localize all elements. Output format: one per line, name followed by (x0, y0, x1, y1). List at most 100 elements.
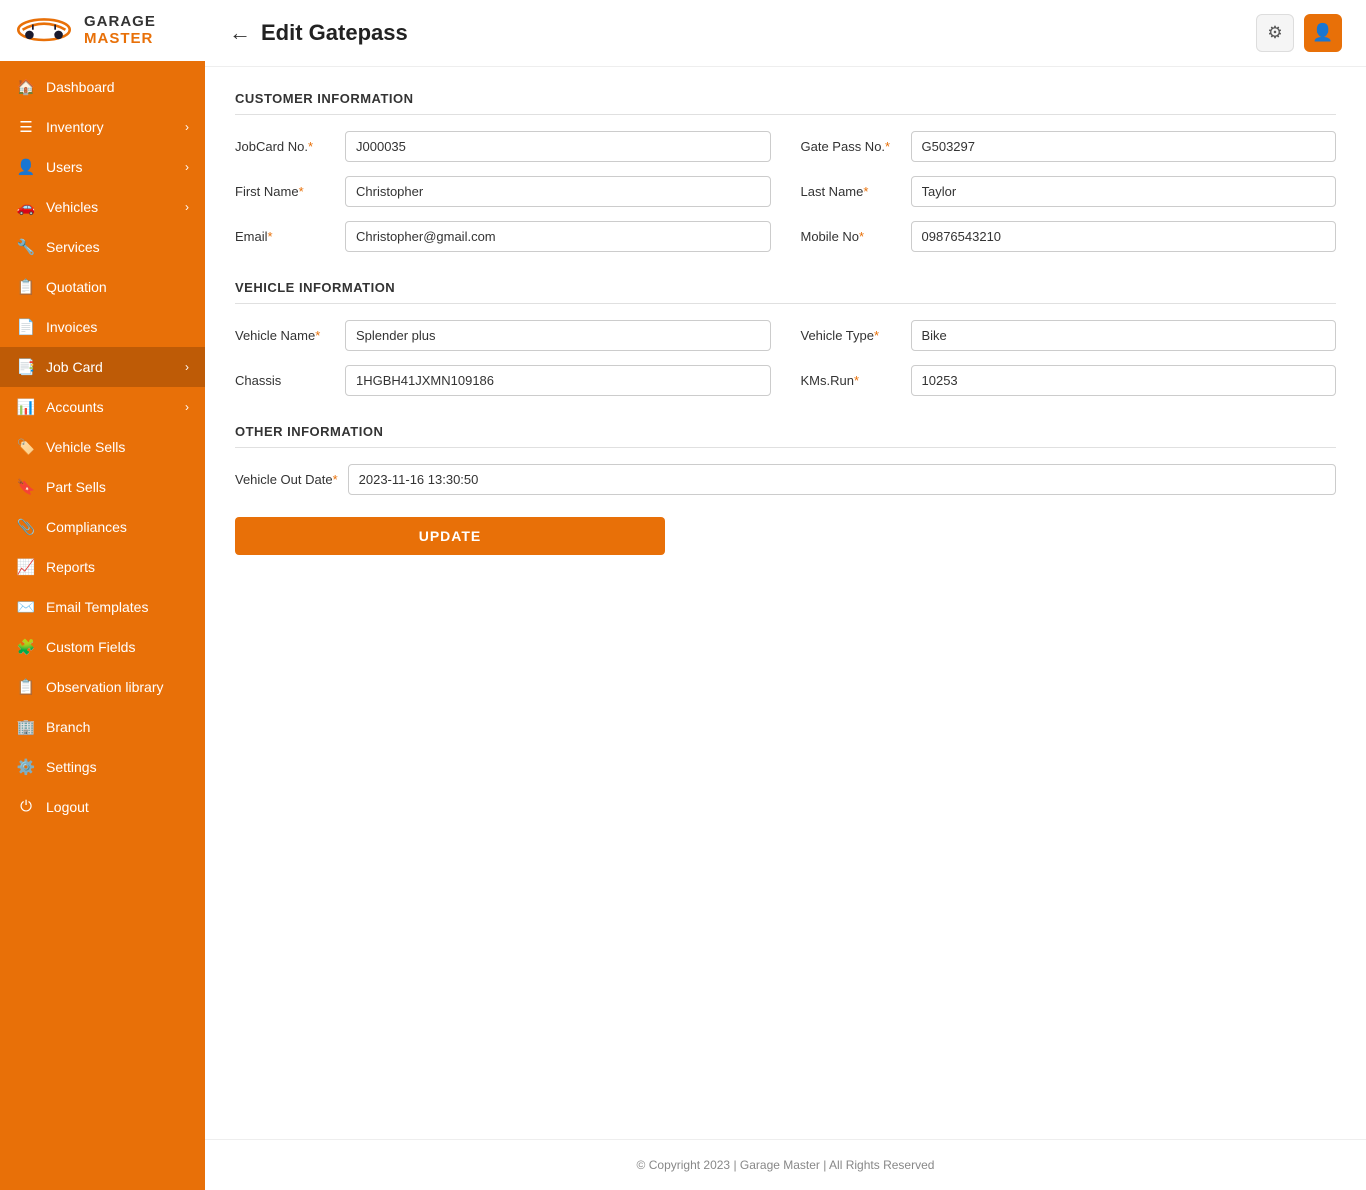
sidebar-item-jobcard[interactable]: 📑 Job Card › (0, 347, 205, 387)
inventory-icon: ☰ (16, 118, 36, 136)
top-bar-right: ⚙ 👤 (1256, 14, 1342, 52)
sidebar-item-compliances[interactable]: 📎 Compliances (0, 507, 205, 547)
sidebar-label-observation-library: Observation library (46, 679, 164, 695)
sidebar-item-invoices[interactable]: 📄 Invoices (0, 307, 205, 347)
sidebar-item-branch[interactable]: 🏢 Branch (0, 707, 205, 747)
user-icon: 👤 (1312, 23, 1333, 43)
sidebar-item-reports[interactable]: 📈 Reports (0, 547, 205, 587)
users-icon: 👤 (16, 158, 36, 176)
sidebar-item-services[interactable]: 🔧 Services (0, 227, 205, 267)
compliances-icon: 📎 (16, 518, 36, 536)
jobcard-no-group: JobCard No.* (235, 131, 771, 162)
first-name-group: First Name* (235, 176, 771, 207)
other-row-1: Vehicle Out Date* (235, 464, 1336, 495)
jobcard-no-label: JobCard No.* (235, 139, 335, 154)
chevron-icon: › (185, 160, 189, 174)
vehicle-out-date-label: Vehicle Out Date* (235, 472, 338, 487)
top-bar: ← Edit Gatepass ⚙ 👤 (205, 0, 1366, 67)
back-button[interactable]: ← (229, 20, 251, 46)
sidebar-item-vehicle-sells[interactable]: 🏷️ Vehicle Sells (0, 427, 205, 467)
settings-button[interactable]: ⚙ (1256, 14, 1294, 52)
email-input[interactable] (345, 221, 771, 252)
page-body: CUSTOMER INFORMATION JobCard No.* Gate P… (205, 67, 1366, 1139)
vehicle-name-label: Vehicle Name* (235, 328, 335, 343)
logo-text: GARAGE MASTER (84, 14, 156, 47)
footer: © Copyright 2023 | Garage Master | All R… (205, 1139, 1366, 1190)
email-templates-icon: ✉️ (16, 598, 36, 616)
update-button[interactable]: UPDATE (235, 517, 665, 555)
sidebar-label-settings: Settings (46, 759, 97, 775)
last-name-group: Last Name* (801, 176, 1337, 207)
services-icon: 🔧 (16, 238, 36, 256)
logout-icon: ⏻ (16, 798, 36, 815)
mobile-group: Mobile No* (801, 221, 1337, 252)
email-label: Email* (235, 229, 335, 244)
mobile-input[interactable] (911, 221, 1337, 252)
chevron-icon: › (185, 400, 189, 414)
sidebar-label-inventory: Inventory (46, 119, 104, 135)
sidebar-label-users: Users (46, 159, 83, 175)
chevron-icon: › (185, 360, 189, 374)
sidebar-label-vehicles: Vehicles (46, 199, 98, 215)
customer-section-title: CUSTOMER INFORMATION (235, 91, 1336, 115)
sidebar-item-email-templates[interactable]: ✉️ Email Templates (0, 587, 205, 627)
vehicle-out-date-input[interactable] (348, 464, 1336, 495)
brand-garage: GARAGE (84, 14, 156, 31)
user-button[interactable]: 👤 (1304, 14, 1342, 52)
page-title: Edit Gatepass (261, 20, 408, 46)
vehicle-name-input[interactable] (345, 320, 771, 351)
first-name-input[interactable] (345, 176, 771, 207)
sidebar-label-accounts: Accounts (46, 399, 104, 415)
vehicle-type-input[interactable] (911, 320, 1337, 351)
customer-info-section: CUSTOMER INFORMATION JobCard No.* Gate P… (235, 91, 1336, 252)
sidebar-item-settings[interactable]: ⚙️ Settings (0, 747, 205, 787)
sidebar: GARAGE MASTER 🏠 Dashboard ☰ Inventory › … (0, 0, 205, 1190)
top-bar-left: ← Edit Gatepass (229, 20, 408, 46)
settings-icon: ⚙️ (16, 758, 36, 776)
chevron-icon: › (185, 120, 189, 134)
jobcard-no-input[interactable] (345, 131, 771, 162)
sidebar-item-dashboard[interactable]: 🏠 Dashboard (0, 67, 205, 107)
sidebar-item-vehicles[interactable]: 🚗 Vehicles › (0, 187, 205, 227)
branch-icon: 🏢 (16, 718, 36, 736)
main-content: ← Edit Gatepass ⚙ 👤 CUSTOMER INFORMATION… (205, 0, 1366, 1190)
gatepass-no-input[interactable] (911, 131, 1337, 162)
chevron-icon: › (185, 200, 189, 214)
first-name-label: First Name* (235, 184, 335, 199)
sidebar-label-custom-fields: Custom Fields (46, 639, 135, 655)
sidebar-item-observation-library[interactable]: 📋 Observation library (0, 667, 205, 707)
footer-text: © Copyright 2023 | Garage Master | All R… (637, 1158, 935, 1172)
chassis-input[interactable] (345, 365, 771, 396)
other-section-title: OTHER INFORMATION (235, 424, 1336, 448)
logo-icon (14, 10, 74, 51)
sidebar-item-accounts[interactable]: 📊 Accounts › (0, 387, 205, 427)
chassis-group: Chassis (235, 365, 771, 396)
vehicle-info-section: VEHICLE INFORMATION Vehicle Name* Vehicl… (235, 280, 1336, 396)
sidebar-item-inventory[interactable]: ☰ Inventory › (0, 107, 205, 147)
mobile-label: Mobile No* (801, 229, 901, 244)
sidebar-item-custom-fields[interactable]: 🧩 Custom Fields (0, 627, 205, 667)
gatepass-no-label: Gate Pass No.* (801, 139, 901, 154)
accounts-icon: 📊 (16, 398, 36, 416)
sidebar-label-vehicle-sells: Vehicle Sells (46, 439, 125, 455)
sidebar-item-part-sells[interactable]: 🔖 Part Sells (0, 467, 205, 507)
customer-row-3: Email* Mobile No* (235, 221, 1336, 252)
vehicle-row-2: Chassis KMs.Run* (235, 365, 1336, 396)
sidebar-label-dashboard: Dashboard (46, 79, 115, 95)
dashboard-icon: 🏠 (16, 78, 36, 96)
vehicle-name-group: Vehicle Name* (235, 320, 771, 351)
sidebar-item-logout[interactable]: ⏻ Logout (0, 787, 205, 826)
last-name-label: Last Name* (801, 184, 901, 199)
sidebar-item-quotation[interactable]: 📋 Quotation (0, 267, 205, 307)
kms-run-input[interactable] (911, 365, 1337, 396)
last-name-input[interactable] (911, 176, 1337, 207)
vehicle-row-1: Vehicle Name* Vehicle Type* (235, 320, 1336, 351)
vehicle-sells-icon: 🏷️ (16, 438, 36, 456)
sidebar-label-invoices: Invoices (46, 319, 97, 335)
sidebar-label-logout: Logout (46, 799, 89, 815)
sidebar-label-jobcard: Job Card (46, 359, 103, 375)
sidebar-label-quotation: Quotation (46, 279, 107, 295)
sidebar-item-users[interactable]: 👤 Users › (0, 147, 205, 187)
sidebar-nav: 🏠 Dashboard ☰ Inventory › 👤 Users › 🚗 Ve… (0, 61, 205, 1190)
observation-library-icon: 📋 (16, 678, 36, 696)
